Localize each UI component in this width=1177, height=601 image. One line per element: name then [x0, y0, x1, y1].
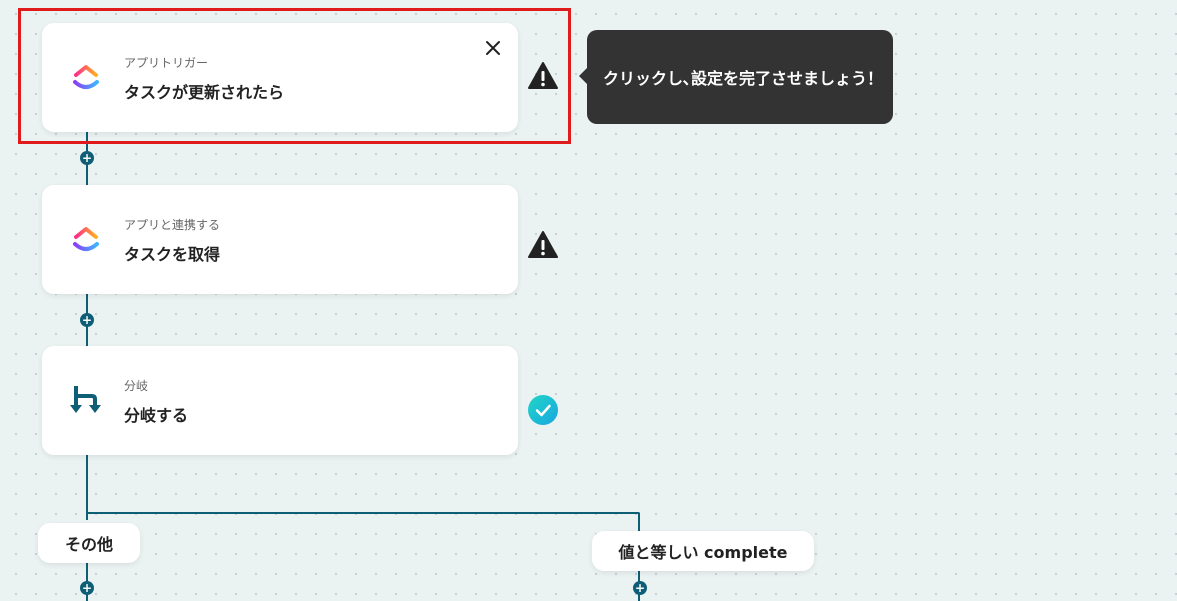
clickup-icon	[68, 221, 104, 257]
step-subtitle: 分岐	[124, 379, 149, 393]
branch-icon	[68, 382, 104, 418]
add-step-button[interactable]: +	[80, 313, 94, 327]
connector-line-branch-h	[86, 512, 640, 514]
branch-label-text: 値と等しい complete	[618, 543, 788, 562]
tooltip-text: クリックし､設定を完了させましょう！	[603, 69, 884, 88]
check-icon	[527, 394, 559, 426]
branch-label-equals[interactable]: 値と等しい complete	[592, 531, 814, 571]
step-title: 分岐する	[124, 406, 189, 425]
branch-label-text: その他	[64, 535, 113, 554]
warning-icon	[527, 229, 559, 261]
add-step-button[interactable]: +	[80, 581, 94, 595]
get-task-step-card[interactable]: アプリと連携する タスクを取得	[42, 185, 518, 294]
add-step-button[interactable]: +	[80, 151, 94, 165]
highlight-frame	[18, 8, 571, 144]
add-step-button[interactable]: +	[633, 581, 647, 595]
branch-step-card[interactable]: 分岐 分岐する	[42, 346, 518, 455]
warning-icon	[527, 60, 559, 92]
setup-tooltip: クリックし､設定を完了させましょう！	[579, 30, 893, 124]
step-subtitle: アプリと連携する	[124, 218, 221, 232]
branch-label-other[interactable]: その他	[38, 523, 140, 563]
step-title: タスクを取得	[124, 245, 221, 264]
